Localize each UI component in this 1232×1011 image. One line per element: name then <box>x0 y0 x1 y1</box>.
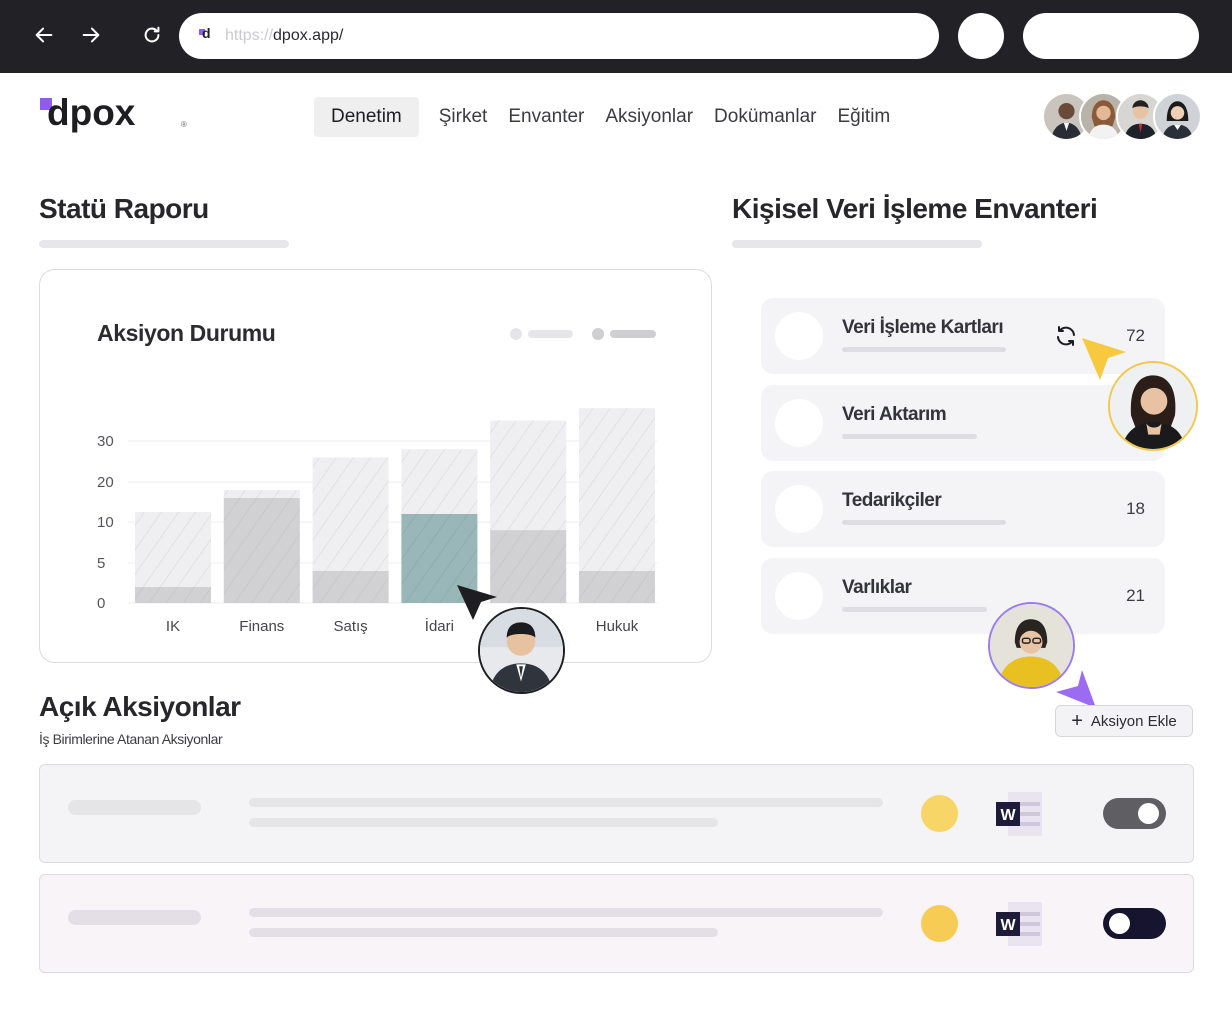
x-tick-label: Finans <box>239 618 284 635</box>
inventory-item-count: 72 <box>1126 326 1145 345</box>
inventory-item-icon <box>775 572 823 620</box>
word-document-icon[interactable]: W <box>996 792 1042 836</box>
browser-action-button[interactable] <box>1023 13 1199 59</box>
open-actions-subtitle: İş Birimlerine Atanan Aksiyonlar <box>39 731 223 747</box>
status-indicator <box>921 795 958 832</box>
inventory-item-skeleton <box>842 520 1006 525</box>
add-action-label: Aksiyon Ekle <box>1090 712 1177 730</box>
nav-item[interactable]: Denetim <box>314 97 419 137</box>
url-host: dpox.app/ <box>273 27 344 44</box>
site-favicon: d <box>199 26 213 43</box>
reload-icon <box>144 26 160 43</box>
status-report-title: Statü Raporu <box>39 193 209 224</box>
action-desc-skeleton <box>249 908 883 917</box>
logo-text: dpox <box>47 92 136 133</box>
arrow-left-icon <box>35 27 53 43</box>
action-title-skeleton <box>68 800 201 815</box>
inventory-item-label: Veri İşleme Kartları <box>842 317 1004 338</box>
reload-button[interactable] <box>137 20 167 50</box>
y-tick-label: 30 <box>97 433 114 450</box>
refresh-icon[interactable] <box>1054 324 1078 348</box>
title-underline <box>732 240 982 248</box>
url-protocol: https:// <box>225 27 274 44</box>
inventory-item-skeleton <box>842 607 987 612</box>
nav-item[interactable]: Aksiyonlar <box>595 97 703 137</box>
action-desc-skeleton <box>249 798 883 807</box>
inventory-item-icon <box>775 312 823 360</box>
y-tick-label: 0 <box>97 595 105 612</box>
inventory-item-skeleton <box>842 434 977 439</box>
word-letter: W <box>1000 807 1016 824</box>
inventory-item-suppliers[interactable]: Tedarikçiler 18 <box>761 471 1165 547</box>
inventory-item-icon <box>775 399 823 447</box>
team-avatars[interactable] <box>1042 92 1202 142</box>
toggle-knob <box>1109 913 1130 934</box>
action-title-skeleton <box>68 910 201 925</box>
nav-item[interactable]: Envanter <box>498 97 594 137</box>
y-tick-label: 20 <box>97 474 114 491</box>
x-tick-label: İdari <box>425 617 454 635</box>
action-status-card: Aksiyon Durumu 0 5 10 20 30 IK Finans Satış İdar… <box>39 269 712 663</box>
nav-item[interactable]: Eğitim <box>827 97 900 137</box>
main-navigation: Denetim Şirket Envanter Aksiyonlar Dokümanla… <box>314 97 901 137</box>
y-tick-label: 10 <box>97 514 114 531</box>
nav-item[interactable]: Şirket <box>429 97 498 137</box>
action-row[interactable]: W <box>39 874 1194 973</box>
forward-button[interactable] <box>76 20 106 50</box>
inventory-item-assets[interactable]: Varlıklar 21 <box>761 558 1165 634</box>
bar-value[interactable] <box>135 587 211 603</box>
avatar[interactable] <box>1153 92 1202 141</box>
nav-item[interactable]: Dokümanlar <box>704 97 826 137</box>
inventory-item-label: Tedarikçiler <box>842 490 942 511</box>
inventory-item-count: 18 <box>1126 499 1145 518</box>
inventory-title: Kişisel Veri İşleme Envanteri <box>732 193 1098 224</box>
action-desc-skeleton <box>249 928 718 937</box>
person-avatar <box>478 607 565 694</box>
bar-value[interactable] <box>490 530 567 603</box>
y-tick-label: 5 <box>97 555 105 572</box>
x-tick-label: Hukuk <box>596 618 639 635</box>
inventory-item-count: 21 <box>1126 586 1145 605</box>
action-row[interactable]: W <box>39 764 1194 863</box>
inventory-item-skeleton <box>842 347 1006 352</box>
bar-value[interactable] <box>223 498 300 603</box>
action-toggle[interactable] <box>1103 798 1166 829</box>
inventory-item-label: Varlıklar <box>842 577 912 598</box>
back-button[interactable] <box>29 20 59 50</box>
arrow-right-icon <box>82 27 100 43</box>
word-letter: W <box>1000 917 1016 934</box>
plus-icon: + <box>1071 710 1083 732</box>
inventory-item-label: Veri Aktarım <box>842 404 947 425</box>
inventory-item-data-transfer[interactable]: Veri Aktarım <box>761 385 1165 461</box>
x-tick-label: IK <box>166 618 180 635</box>
toggle-knob <box>1138 803 1159 824</box>
open-actions-title: Açık Aksiyonlar <box>39 691 241 722</box>
app-logo[interactable]: dpox ® <box>40 92 187 136</box>
word-document-icon[interactable]: W <box>996 902 1042 946</box>
bar-value[interactable] <box>579 571 655 603</box>
x-tick-label: Satış <box>334 618 368 635</box>
bar-value[interactable] <box>312 571 389 603</box>
action-desc-skeleton <box>249 818 718 827</box>
title-underline <box>39 240 289 248</box>
browser-toolbar: d https://dpox.app/ <box>0 0 1232 73</box>
status-indicator <box>921 905 958 942</box>
profile-button[interactable] <box>958 13 1004 59</box>
person-avatar <box>1108 361 1198 451</box>
logo-registered-mark: ® <box>181 120 187 129</box>
address-bar[interactable]: d https://dpox.app/ <box>179 13 939 59</box>
inventory-item-icon <box>775 485 823 533</box>
add-action-button[interactable]: + Aksiyon Ekle <box>1055 705 1193 737</box>
bar-chart: 0 5 10 20 30 IK Finans Satış İdari Hukuk <box>97 408 657 635</box>
action-toggle[interactable] <box>1103 908 1166 939</box>
